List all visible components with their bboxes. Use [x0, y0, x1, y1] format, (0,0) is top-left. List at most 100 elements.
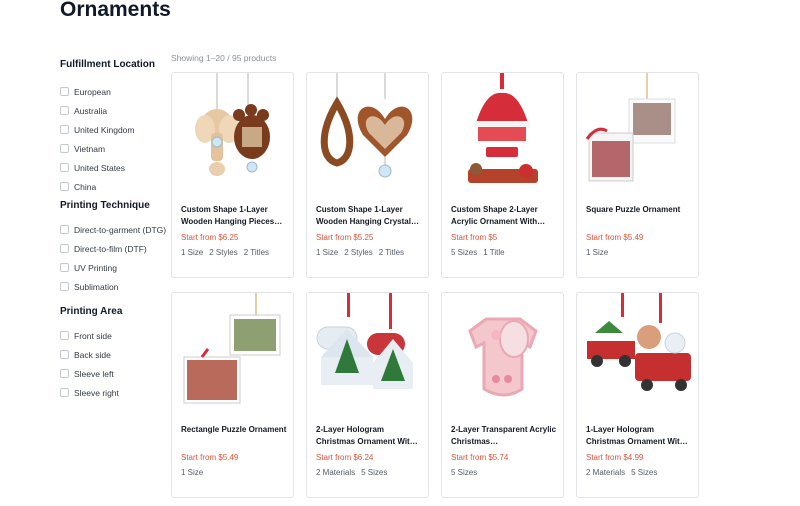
- product-variants: 1 Size 2 Styles 2 Titles: [316, 248, 410, 257]
- product-card[interactable]: 2-Layer Hologram Christmas Ornament Wit……: [306, 292, 429, 498]
- product-image[interactable]: [442, 73, 563, 197]
- filter-group: Printing Area Front side Back side Sleeve l…: [60, 305, 122, 402]
- product-card[interactable]: Rectangle Puzzle Ornament Start from $5.4…: [171, 292, 294, 498]
- product-title[interactable]: Custom Shape 2-Layer Acrylic Ornament Wi…: [451, 204, 557, 228]
- variant-tag: 5 Sizes: [451, 248, 478, 257]
- variant-tag: 1 Size: [586, 248, 609, 257]
- filter-option-label: Vietnam: [74, 143, 106, 154]
- variant-tag: 5 Sizes: [361, 468, 388, 477]
- filter-option[interactable]: United States: [60, 158, 155, 177]
- variant-tag: 2 Materials: [316, 468, 356, 477]
- product-variants: 2 Materials 5 Sizes: [316, 468, 393, 477]
- product-variants: 5 Sizes: [451, 468, 483, 477]
- filter-option[interactable]: European: [60, 82, 155, 101]
- variant-tag: 5 Sizes: [631, 468, 658, 477]
- product-image[interactable]: [577, 293, 698, 417]
- product-card[interactable]: Custom Shape 2-Layer Acrylic Ornament Wi…: [441, 72, 564, 278]
- filter-checkbox[interactable]: [60, 369, 69, 378]
- filter-option[interactable]: Direct-to-film (DTF): [60, 239, 166, 258]
- product-price: Start from $6.24: [316, 453, 374, 462]
- product-price: Start from $6.25: [181, 233, 239, 242]
- product-image[interactable]: [172, 73, 293, 197]
- filter-checkbox[interactable]: [60, 125, 69, 134]
- product-title[interactable]: 1-Layer Hologram Christmas Ornament Wit…: [586, 424, 692, 448]
- filter-option[interactable]: Front side: [60, 326, 122, 345]
- filter-option[interactable]: Sublimation: [60, 277, 166, 296]
- filter-option-label: Sublimation: [74, 281, 119, 292]
- variant-tag: 2 Titles: [378, 248, 405, 257]
- product-price: Start from $5.74: [451, 453, 509, 462]
- filter-option-label: European: [74, 86, 111, 97]
- filter-heading: Printing Area: [60, 306, 123, 317]
- filter-option[interactable]: Back side: [60, 345, 122, 364]
- filter-option-label: United States: [74, 162, 126, 173]
- product-card[interactable]: Square Puzzle Ornament Start from $5.49 1 …: [576, 72, 699, 278]
- product-variants: 1 Size: [586, 248, 614, 257]
- filter-checkbox[interactable]: [60, 244, 69, 253]
- variant-tag: 1 Size: [181, 468, 204, 477]
- product-title[interactable]: Square Puzzle Ornament: [586, 204, 692, 228]
- product-title[interactable]: Custom Shape 1-Layer Wooden Hanging Crys…: [316, 204, 422, 228]
- product-title[interactable]: Custom Shape 1-Layer Wooden Hanging Piec…: [181, 204, 287, 228]
- product-card[interactable]: 2-Layer Transparent Acrylic Christmas… St…: [441, 292, 564, 498]
- product-image[interactable]: [307, 293, 428, 417]
- filter-option[interactable]: Sleeve right: [60, 383, 122, 402]
- variant-tag: 2 Styles: [344, 248, 373, 257]
- filter-option[interactable]: Vietnam: [60, 139, 155, 158]
- results-count: Showing 1–20 / 95 products: [171, 53, 277, 63]
- product-image[interactable]: [172, 293, 293, 417]
- variant-tag: 1 Title: [483, 248, 505, 257]
- product-price: Start from $4.99: [586, 453, 644, 462]
- filter-checkbox[interactable]: [60, 225, 69, 234]
- product-card[interactable]: Custom Shape 1-Layer Wooden Hanging Crys…: [306, 72, 429, 278]
- filter-checkbox[interactable]: [60, 388, 69, 397]
- filter-option-label: China: [74, 181, 97, 192]
- product-variants: 1 Size: [181, 468, 209, 477]
- variant-tag: 2 Materials: [586, 468, 626, 477]
- filter-option[interactable]: Sleeve left: [60, 364, 122, 383]
- variant-tag: 2 Titles: [243, 248, 270, 257]
- product-card[interactable]: Custom Shape 1-Layer Wooden Hanging Piec…: [171, 72, 294, 278]
- filter-option[interactable]: United Kingdom: [60, 120, 155, 139]
- product-title[interactable]: Rectangle Puzzle Ornament: [181, 424, 287, 448]
- filter-heading: Fulfillment Location: [60, 59, 155, 70]
- filter-checkbox[interactable]: [60, 182, 69, 191]
- product-title[interactable]: 2-Layer Transparent Acrylic Christmas…: [451, 424, 557, 448]
- filter-checkbox[interactable]: [60, 263, 69, 272]
- filter-group: Printing Technique Direct-to-garment (DTG…: [60, 199, 166, 296]
- filter-option[interactable]: China: [60, 177, 155, 196]
- variant-tag: 5 Sizes: [451, 468, 478, 477]
- product-price: Start from $5.49: [586, 233, 644, 242]
- filter-checkbox[interactable]: [60, 331, 69, 340]
- page-title: Ornaments: [60, 0, 171, 21]
- filter-group: Fulfillment Location European Australia Uni…: [60, 58, 155, 196]
- product-image[interactable]: [577, 73, 698, 197]
- filter-option[interactable]: Australia: [60, 101, 155, 120]
- variant-tag: 2 Styles: [209, 248, 238, 257]
- product-variants: 1 Size 2 Styles 2 Titles: [181, 248, 275, 257]
- filter-option-label: Sleeve left: [74, 368, 114, 379]
- product-image[interactable]: [307, 73, 428, 197]
- product-image[interactable]: [442, 293, 563, 417]
- filter-option-label: Front side: [74, 330, 112, 341]
- filter-option[interactable]: Direct-to-garment (DTG): [60, 220, 166, 239]
- variant-tag: 1 Size: [316, 248, 339, 257]
- product-card[interactable]: 1-Layer Hologram Christmas Ornament Wit……: [576, 292, 699, 498]
- filter-checkbox[interactable]: [60, 282, 69, 291]
- filter-checkbox[interactable]: [60, 87, 69, 96]
- filter-option-label: Australia: [74, 105, 108, 116]
- product-price: Start from $5.25: [316, 233, 374, 242]
- variant-tag: 1 Size: [181, 248, 204, 257]
- filter-option[interactable]: UV Printing: [60, 258, 166, 277]
- filter-checkbox[interactable]: [60, 163, 69, 172]
- filter-option-label: Direct-to-film (DTF): [74, 243, 147, 254]
- product-price: Start from $5.49: [181, 453, 239, 462]
- filter-checkbox[interactable]: [60, 144, 69, 153]
- filter-heading: Printing Technique: [60, 200, 150, 211]
- product-variants: 2 Materials 5 Sizes: [586, 468, 663, 477]
- filter-checkbox[interactable]: [60, 350, 69, 359]
- filter-option-label: United Kingdom: [74, 124, 135, 135]
- product-title[interactable]: 2-Layer Hologram Christmas Ornament Wit…: [316, 424, 422, 448]
- filter-checkbox[interactable]: [60, 106, 69, 115]
- filter-option-label: Back side: [74, 349, 111, 360]
